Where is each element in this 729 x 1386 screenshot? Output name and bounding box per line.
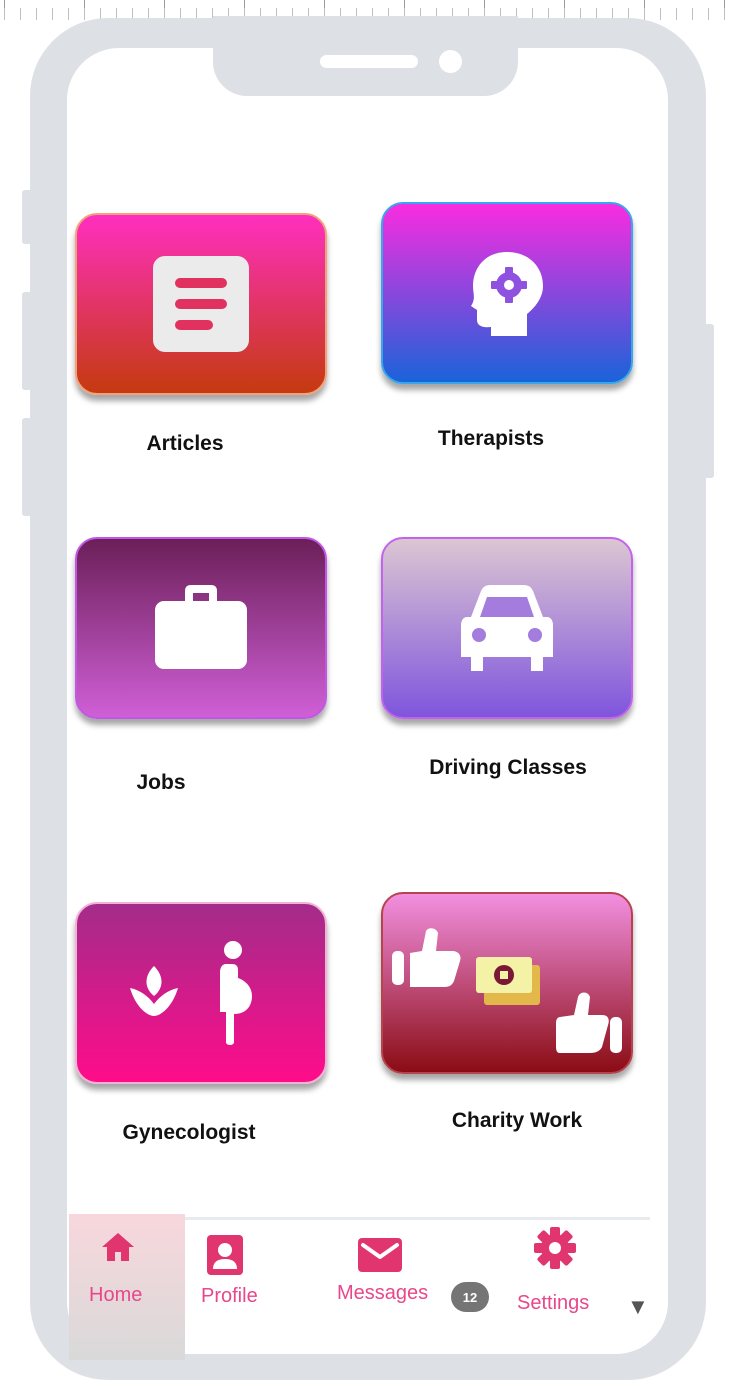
tile-articles-label[interactable]: Articles <box>55 432 315 456</box>
tab-messages[interactable]: Messages <box>335 1230 445 1320</box>
tab-settings-label: Settings <box>517 1292 590 1314</box>
tile-gynecologist[interactable] <box>75 902 327 1084</box>
tile-jobs[interactable] <box>75 537 327 719</box>
phone-camera <box>439 50 462 73</box>
tile-driving-classes[interactable] <box>381 537 633 719</box>
phone-speaker <box>320 55 418 68</box>
tile-jobs-label[interactable]: Jobs <box>31 771 291 795</box>
messages-count-badge: 12 <box>451 1282 489 1312</box>
pregnancy-lotus-icon <box>130 941 252 1045</box>
tab-home[interactable]: Home <box>69 1214 185 1360</box>
tab-home-label: Home <box>89 1284 143 1306</box>
tile-driving-classes-label[interactable]: Driving Classes <box>378 756 638 780</box>
tab-settings[interactable]: Settings <box>515 1222 605 1320</box>
tile-articles[interactable] <box>75 213 327 395</box>
profile-icon <box>207 1235 243 1275</box>
envelope-icon <box>358 1238 402 1272</box>
car-icon <box>461 585 553 671</box>
tile-charity-work-label[interactable]: Charity Work <box>387 1109 647 1133</box>
tile-charity-work[interactable] <box>381 892 633 1074</box>
tile-gynecologist-label[interactable]: Gynecologist <box>59 1121 319 1145</box>
head-gear-icon <box>471 252 543 336</box>
gear-icon <box>534 1227 576 1269</box>
thumbs-money-icon <box>392 928 622 1053</box>
tab-messages-label: Messages <box>337 1282 429 1304</box>
tile-therapists[interactable] <box>381 202 633 384</box>
home-icon <box>102 1233 134 1261</box>
tile-therapists-label[interactable]: Therapists <box>361 427 621 451</box>
tab-profile-label: Profile <box>201 1285 258 1307</box>
tab-profile[interactable]: Profile <box>195 1230 275 1320</box>
chevron-down-icon[interactable]: ▼ <box>627 1294 649 1320</box>
briefcase-icon <box>155 585 247 669</box>
article-icon <box>153 256 249 352</box>
